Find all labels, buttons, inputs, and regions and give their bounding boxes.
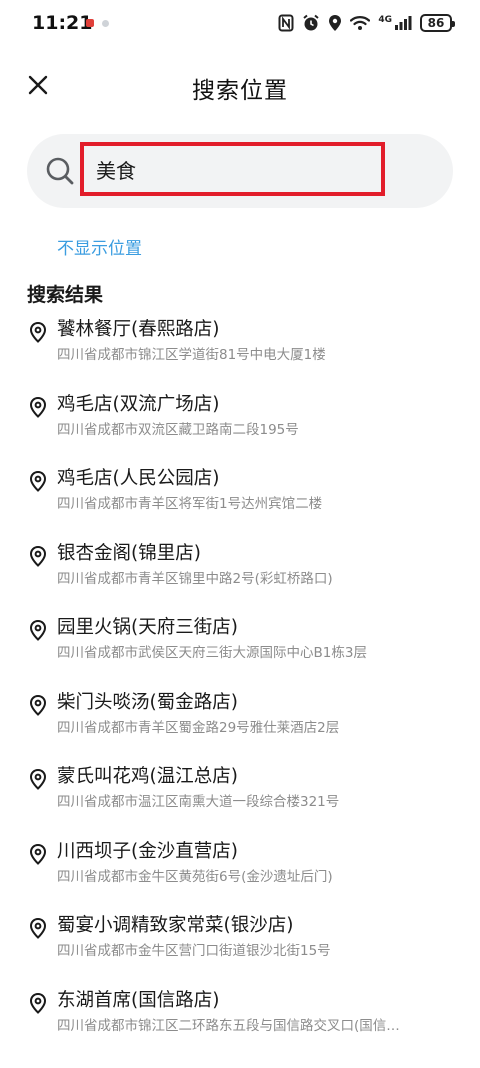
nfc-icon: [278, 14, 294, 32]
wifi-icon: [350, 16, 371, 30]
result-address: 四川省成都市双流区藏卫路南二段195号: [57, 421, 299, 438]
search-bar: [27, 134, 453, 208]
result-item[interactable]: 东湖首席(国信路店) 四川省成都市锦江区二环路东五段与国信路交叉口(国信…: [0, 986, 480, 1061]
location-status-icon: [329, 15, 342, 31]
result-name: 饕林餐厅(春熙路店): [57, 319, 220, 340]
result-item[interactable]: 鸡毛店(人民公园店) 四川省成都市青羊区将军街1号达州宾馆二楼: [0, 464, 480, 539]
location-pin-icon: [29, 694, 47, 716]
result-address: 四川省成都市锦江区二环路东五段与国信路交叉口(国信…: [57, 1017, 400, 1034]
result-name: 川西坝子(金沙直营店): [57, 840, 238, 862]
status-right-icons: 4G 86: [278, 14, 455, 32]
result-address: 四川省成都市温江区南熏大道一段综合楼321号: [57, 794, 340, 810]
location-pin-icon: [29, 470, 47, 492]
result-address: 四川省成都市青羊区锦里中路2号(彩虹桥路口): [57, 570, 333, 587]
header: 搜索位置: [0, 55, 480, 119]
network-type: 4G: [378, 14, 392, 25]
result-address: 四川省成都市金牛区黄苑街6号(金沙遗址后门): [57, 868, 333, 885]
result-name: 鸡毛店(人民公园店): [57, 468, 220, 489]
results-section-title: 搜索结果: [27, 284, 104, 306]
minor-notification-icon: [102, 19, 109, 27]
result-item[interactable]: 饕林餐厅(春熙路店) 四川省成都市锦江区学道街81号中电大厦1楼: [0, 315, 480, 390]
result-item[interactable]: 蒙氏叫花鸡(温江总店) 四川省成都市温江区南熏大道一段综合楼321号: [0, 762, 480, 837]
notification-icons: [86, 19, 109, 27]
alarm-icon: [303, 14, 319, 31]
location-pin-icon: [29, 396, 47, 418]
search-input-highlight: [80, 142, 385, 196]
result-name: 东湖首席(国信路店): [57, 989, 220, 1011]
result-address: 四川省成都市青羊区蜀金路29号雅仕莱酒店2层: [57, 719, 340, 736]
result-address: 四川省成都市金牛区营门口街道银沙北街15号: [57, 943, 331, 959]
result-address: 四川省成都市青羊区将军街1号达州宾馆二楼: [57, 496, 323, 512]
location-pin-icon: [29, 768, 47, 790]
page-title: 搜索位置: [192, 78, 288, 104]
result-item[interactable]: 鸡毛店(双流广场店) 四川省成都市双流区藏卫路南二段195号: [0, 390, 480, 465]
hide-location-link[interactable]: 不显示位置: [57, 234, 142, 259]
result-name: 鸡毛店(双流广场店): [57, 393, 220, 415]
location-pin-icon: [29, 619, 47, 641]
result-item[interactable]: 银杏金阁(锦里店) 四川省成都市青羊区锦里中路2号(彩虹桥路口): [0, 539, 480, 614]
result-name: 园里火锅(天府三街店): [57, 617, 238, 638]
location-pin-icon: [29, 321, 47, 343]
result-name: 蜀宴小调精致家常菜(银沙店): [57, 915, 294, 936]
status-time: 11:21: [32, 12, 93, 34]
search-input[interactable]: [84, 145, 381, 193]
location-pin-icon: [29, 545, 47, 567]
location-pin-icon: [29, 992, 47, 1014]
result-item[interactable]: 川西坝子(金沙直营店) 四川省成都市金牛区黄苑街6号(金沙遗址后门): [0, 837, 480, 912]
battery-level: 86: [427, 16, 445, 30]
result-item[interactable]: 蜀宴小调精致家常菜(银沙店) 四川省成都市金牛区营门口街道银沙北街15号: [0, 911, 480, 986]
result-name: 蒙氏叫花鸡(温江总店): [57, 766, 238, 787]
result-name: 银杏金阁(锦里店): [57, 542, 201, 564]
signal-icon: [395, 16, 412, 30]
result-address: 四川省成都市锦江区学道街81号中电大厦1楼: [57, 347, 326, 363]
result-list: 饕林餐厅(春熙路店) 四川省成都市锦江区学道街81号中电大厦1楼 鸡毛店(双流广…: [0, 315, 480, 1060]
app-notification-icon: [86, 19, 94, 27]
result-address: 四川省成都市武侯区天府三街大源国际中心B1栋3层: [57, 645, 367, 661]
location-pin-icon: [29, 917, 47, 939]
result-name: 柴门头啖汤(蜀金路店): [57, 691, 238, 713]
search-icon: [46, 157, 74, 185]
location-pin-icon: [29, 843, 47, 865]
result-item[interactable]: 柴门头啖汤(蜀金路店) 四川省成都市青羊区蜀金路29号雅仕莱酒店2层: [0, 688, 480, 763]
result-item[interactable]: 园里火锅(天府三街店) 四川省成都市武侯区天府三街大源国际中心B1栋3层: [0, 613, 480, 688]
status-bar: 11:21 4G 86: [0, 0, 480, 50]
battery-icon: 86: [420, 14, 455, 32]
